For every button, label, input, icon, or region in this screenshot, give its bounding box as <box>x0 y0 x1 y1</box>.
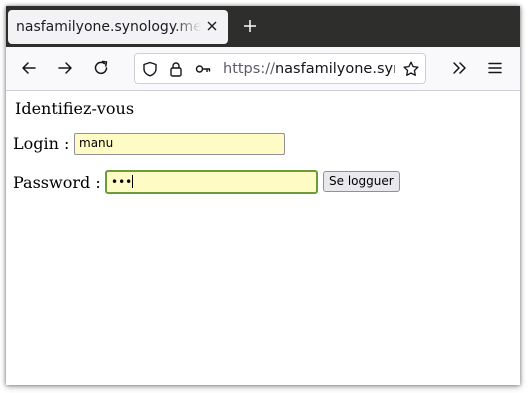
key-icon[interactable] <box>195 61 211 77</box>
page-title: Identifiez-vous <box>15 99 135 118</box>
password-value: ••• <box>111 175 133 189</box>
login-label: Login : <box>13 134 70 153</box>
password-input[interactable]: ••• <box>105 170 318 194</box>
close-icon[interactable] <box>204 18 220 34</box>
browser-window: nasfamilyone.synology.me/TestLogin <box>6 6 520 385</box>
login-value: manu <box>79 136 114 150</box>
login-input[interactable]: manu <box>74 133 285 155</box>
navigation-toolbar: https://nasfamilyone.synology.me/TestLog… <box>6 47 520 91</box>
page-content: Identifiez-vous Login : manu Password : … <box>6 91 520 385</box>
url-host: nasfamilyone.synology.me/TestLogin <box>274 61 395 77</box>
bookmark-star-icon[interactable] <box>403 61 419 77</box>
menu-icon[interactable] <box>486 59 504 77</box>
forward-icon[interactable] <box>56 59 74 77</box>
password-label: Password : <box>13 173 101 192</box>
back-icon[interactable] <box>20 59 38 77</box>
address-bar[interactable]: https://nasfamilyone.synology.me/TestLog… <box>134 53 426 84</box>
login-submit-button[interactable]: Se logguer <box>323 171 400 192</box>
tab-title: nasfamilyone.synology.me/TestLogin <box>16 19 201 35</box>
url-text[interactable]: https://nasfamilyone.synology.me/TestLog… <box>223 61 395 77</box>
shield-icon[interactable] <box>142 61 158 77</box>
reload-icon[interactable] <box>92 59 110 77</box>
url-scheme: https:// <box>223 61 275 77</box>
tab-active[interactable]: nasfamilyone.synology.me/TestLogin <box>8 10 228 44</box>
overflow-chevron-icon[interactable] <box>450 59 468 77</box>
lock-icon[interactable] <box>168 61 184 77</box>
new-tab-icon[interactable] <box>242 18 258 34</box>
text-caret <box>132 175 134 188</box>
tab-bar: nasfamilyone.synology.me/TestLogin <box>6 6 520 47</box>
